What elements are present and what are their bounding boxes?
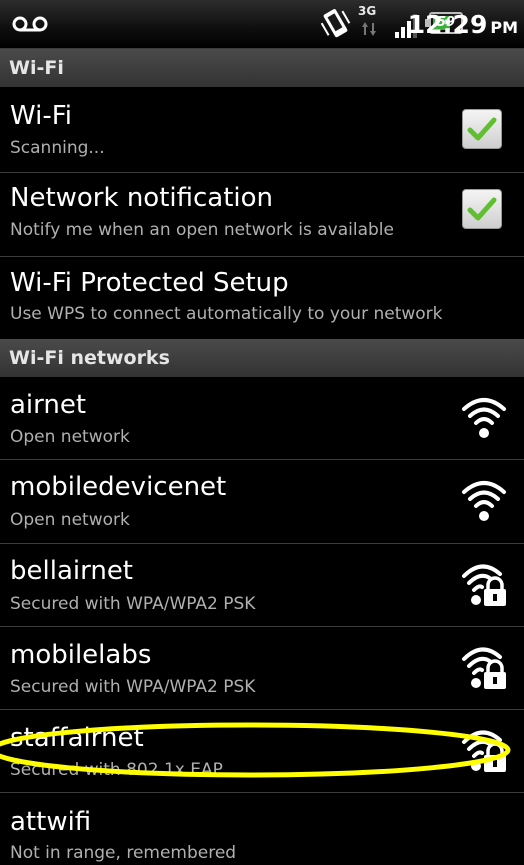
- network-status: Secured with WPA/WPA2 PSK: [10, 594, 256, 614]
- wifi-toggle-title: Wi-Fi: [10, 101, 73, 131]
- check-icon: [467, 197, 497, 221]
- vibrate-icon: [320, 9, 351, 38]
- network-type-label: 3G: [358, 4, 377, 18]
- wifi-open-icon: [462, 398, 506, 438]
- voicemail-icon: [12, 16, 48, 32]
- network-notification-checkbox[interactable]: [462, 189, 502, 229]
- network-ssid: mobilelabs: [10, 640, 152, 670]
- network-ssid: bellairnet: [10, 556, 134, 586]
- status-bar: 3G 59 12:29 PM: [0, 0, 524, 49]
- network-ssid: attwifi: [10, 807, 92, 837]
- network-status: Secured with WPA/WPA2 PSK: [10, 677, 256, 697]
- network-item[interactable]: bellairnet Secured with WPA/WPA2 PSK: [0, 544, 524, 627]
- check-icon: [467, 117, 497, 141]
- network-item[interactable]: mobiledevicenet Open network: [0, 460, 524, 544]
- wifi-toggle-summary: Scanning...: [10, 138, 105, 158]
- clock: 12:29 PM: [408, 10, 518, 39]
- network-item[interactable]: airnet Open network: [0, 377, 524, 460]
- network-ssid: mobiledevicenet: [10, 472, 227, 502]
- network-notification-row[interactable]: Network notification Notify me when an o…: [0, 173, 524, 257]
- network-ssid: staffairnet: [10, 723, 144, 753]
- clock-ampm: PM: [490, 18, 518, 37]
- network-ssid: airnet: [10, 390, 87, 420]
- network-item[interactable]: attwifi Not in range, remembered: [0, 793, 524, 865]
- network-status: Open network: [10, 427, 130, 447]
- wps-summary: Use WPS to connect automatically to your…: [10, 304, 443, 324]
- wifi-toggle-row[interactable]: Wi-Fi Scanning...: [0, 87, 524, 173]
- wifi-locked-icon: [462, 647, 506, 689]
- section-header-wifi-networks: Wi-Fi networks: [0, 339, 524, 377]
- wifi-locked-icon: [462, 730, 506, 772]
- network-type-indicator: 3G: [358, 4, 380, 42]
- network-item[interactable]: staffairnet Secured with 802.1x EAP: [0, 710, 524, 793]
- wifi-open-icon: [462, 481, 506, 521]
- network-status: Secured with 802.1x EAP: [10, 760, 223, 780]
- network-notification-title: Network notification: [10, 183, 274, 213]
- wps-title: Wi-Fi Protected Setup: [10, 268, 289, 298]
- wps-row[interactable]: Wi-Fi Protected Setup Use WPS to connect…: [0, 257, 524, 340]
- clock-time: 12:29: [407, 10, 488, 39]
- wifi-locked-icon: [462, 564, 506, 606]
- data-arrows-icon: [362, 22, 376, 36]
- network-notification-summary: Notify me when an open network is availa…: [10, 220, 394, 240]
- network-status: Not in range, remembered: [10, 843, 237, 863]
- network-status: Open network: [10, 510, 130, 530]
- network-item[interactable]: mobilelabs Secured with WPA/WPA2 PSK: [0, 627, 524, 710]
- wifi-checkbox[interactable]: [462, 109, 502, 149]
- section-header-wifi: Wi-Fi: [0, 49, 524, 87]
